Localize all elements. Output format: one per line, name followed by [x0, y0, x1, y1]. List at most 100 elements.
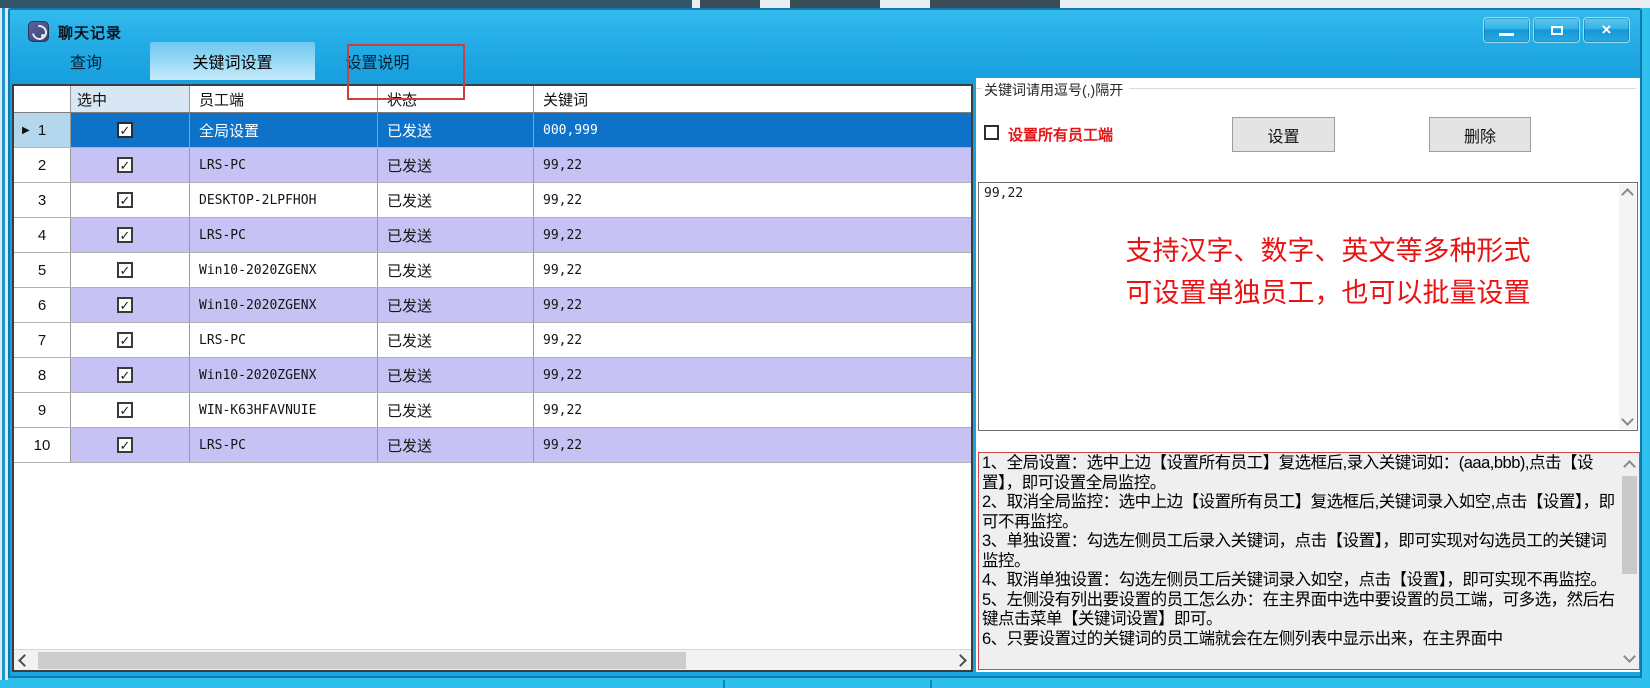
set-all-clients-checkbox[interactable] [984, 125, 999, 140]
minimize-icon [1499, 33, 1514, 36]
status-cell: 已发送 [378, 148, 534, 182]
column-header-keywords[interactable]: 关键词 [534, 86, 971, 112]
tab-keyword-settings[interactable]: 关键词设置 [150, 42, 315, 80]
keywords-cell: 99,22 [534, 253, 971, 287]
keywords-cell: 99,22 [534, 183, 971, 217]
row-number[interactable]: 2 [14, 148, 71, 182]
delete-button[interactable]: 删除 [1429, 117, 1531, 152]
table-row[interactable]: 3✓DESKTOP-2LPFHOH已发送99,22 [14, 183, 971, 218]
row-checkbox[interactable]: ✓ [117, 332, 133, 348]
window-title: 聊天记录 [58, 22, 122, 43]
instruction-item: 1、全局设置：选中上边【设置所有员工】复选框后,录入关键词如：(aaa,bbb)… [982, 454, 1618, 493]
row-checkbox[interactable]: ✓ [117, 227, 133, 243]
keywords-cell: 99,22 [534, 428, 971, 462]
row-checkbox[interactable]: ✓ [117, 192, 133, 208]
row-number[interactable]: 10 [14, 428, 71, 462]
scroll-up-icon[interactable] [1621, 456, 1638, 472]
scroll-down-icon[interactable] [1621, 650, 1638, 666]
background-bottom-strip [0, 680, 1650, 688]
row-header-column [14, 86, 71, 112]
status-cell: 已发送 [378, 183, 534, 217]
titlebar[interactable]: 聊天记录 × [8, 8, 1642, 40]
keywords-cell: 99,22 [534, 358, 971, 392]
instructions-text: 1、全局设置：选中上边【设置所有员工】复选框后,录入关键词如：(aaa,bbb)… [982, 454, 1618, 649]
keywords-cell: 99,22 [534, 288, 971, 322]
row-number[interactable]: 6 [14, 288, 71, 322]
table-row[interactable]: 2✓LRS-PC已发送99,22 [14, 148, 971, 183]
background-text-fragment [700, 0, 760, 8]
status-cell: 已发送 [378, 253, 534, 287]
row-select-cell: ✓ [71, 288, 190, 322]
row-number[interactable]: 9 [14, 393, 71, 427]
client-name-cell: Win10-2020ZGENX [190, 288, 378, 322]
tab-query[interactable]: 查询 [22, 42, 150, 80]
scroll-left-icon[interactable] [14, 650, 32, 671]
background-left-window-border [2, 8, 5, 680]
client-name-cell: LRS-PC [190, 218, 378, 252]
row-number[interactable]: 5 [14, 253, 71, 287]
instruction-item: 2、取消全局监控：选中上边【设置所有员工】复选框后,关键词录入如空,点击【设置】… [982, 493, 1618, 532]
row-checkbox[interactable]: ✓ [117, 367, 133, 383]
background-divider [930, 680, 932, 688]
table-row[interactable]: 10✓LRS-PC已发送99,22 [14, 428, 971, 463]
current-row-pointer-icon: ▶ [22, 125, 30, 136]
row-number[interactable]: 7 [14, 323, 71, 357]
row-select-cell: ✓ [71, 148, 190, 182]
grid-header-row: 选中 员工端 状态 关键词 [14, 86, 971, 113]
table-row[interactable]: 9✓WIN-K63HFAVNUIE已发送99,22 [14, 393, 971, 428]
row-select-cell: ✓ [71, 113, 190, 147]
row-select-cell: ✓ [71, 253, 190, 287]
set-button[interactable]: 设置 [1232, 117, 1335, 152]
scroll-up-icon[interactable] [1619, 184, 1636, 200]
status-cell: 已发送 [378, 113, 534, 147]
instruction-item: 6、只要设置过的关键词的员工端就会在左侧列表中显示出来，在主界面中 [982, 630, 1618, 650]
status-cell: 已发送 [378, 218, 534, 252]
table-row[interactable]: 4 ✓ LRS-PC已发送99,22 [14, 218, 971, 253]
background-divider [723, 680, 725, 688]
background-text-fragment [790, 0, 880, 8]
keywords-textarea[interactable]: 99,22 支持汉字、数字、英文等多种形式 可设置单独员工，也可以批量设置 [978, 182, 1638, 431]
close-button[interactable]: × [1583, 17, 1630, 43]
app-icon-dot [41, 34, 45, 38]
app-icon [28, 21, 49, 42]
table-row[interactable]: 6✓Win10-2020ZGENX已发送99,22 [14, 288, 971, 323]
row-checkbox[interactable]: ✓ [117, 402, 133, 418]
row-number[interactable]: 4 [14, 218, 71, 252]
status-cell: 已发送 [378, 323, 534, 357]
minimize-button[interactable] [1483, 17, 1530, 43]
client-name-cell: Win10-2020ZGENX [190, 358, 378, 392]
row-checkbox[interactable]: ✓ [117, 437, 133, 453]
table-row[interactable]: ▶1✓全局设置已发送000,999 [14, 113, 971, 148]
client-name-cell: WIN-K63HFAVNUIE [190, 393, 378, 427]
row-checkbox[interactable]: ✓ [117, 262, 133, 278]
row-checkbox[interactable]: ✓ [117, 157, 133, 173]
row-number[interactable]: 8 [14, 358, 71, 392]
textarea-scrollbar[interactable] [1619, 184, 1636, 429]
window-controls: × [1483, 17, 1630, 43]
column-header-selected[interactable]: 选中 [71, 86, 190, 112]
keywords-cell: 99,22 [534, 393, 971, 427]
red-annotation-text: 支持汉字、数字、英文等多种形式 可设置单独员工，也可以批量设置 [1049, 231, 1607, 315]
scroll-right-icon[interactable] [953, 650, 971, 671]
column-header-client[interactable]: 员工端 [190, 86, 378, 112]
instructions-scrollbar[interactable] [1621, 454, 1638, 668]
row-checkbox[interactable]: ✓ [117, 122, 133, 138]
instruction-item: 3、单独设置：勾选左侧员工后录入关键词，点击【设置】，即可实现对勾选员工的关键词… [982, 532, 1618, 571]
set-all-clients-label: 设置所有员工端 [1008, 124, 1113, 145]
client-name-cell: LRS-PC [190, 148, 378, 182]
row-number[interactable]: ▶1 [14, 113, 71, 147]
scroll-down-icon[interactable] [1619, 413, 1636, 429]
maximize-button[interactable] [1533, 17, 1580, 43]
row-select-cell: ✓ [71, 218, 190, 252]
keywords-cell: 99,22 [534, 218, 971, 252]
instructions-scrollbar-thumb[interactable] [1622, 476, 1637, 574]
table-row[interactable]: 8✓Win10-2020ZGENX已发送99,22 [14, 358, 971, 393]
row-checkbox[interactable]: ✓ [117, 297, 133, 313]
row-number[interactable]: 3 [14, 183, 71, 217]
tab-settings-help[interactable]: 设置说明 [315, 42, 440, 80]
horizontal-scrollbar[interactable] [14, 649, 971, 670]
column-header-status[interactable]: 状态 [378, 86, 534, 112]
horizontal-scrollbar-thumb[interactable] [38, 652, 686, 669]
table-row[interactable]: 5✓Win10-2020ZGENX已发送99,22 [14, 253, 971, 288]
table-row[interactable]: 7✓LRS-PC已发送99,22 [14, 323, 971, 358]
